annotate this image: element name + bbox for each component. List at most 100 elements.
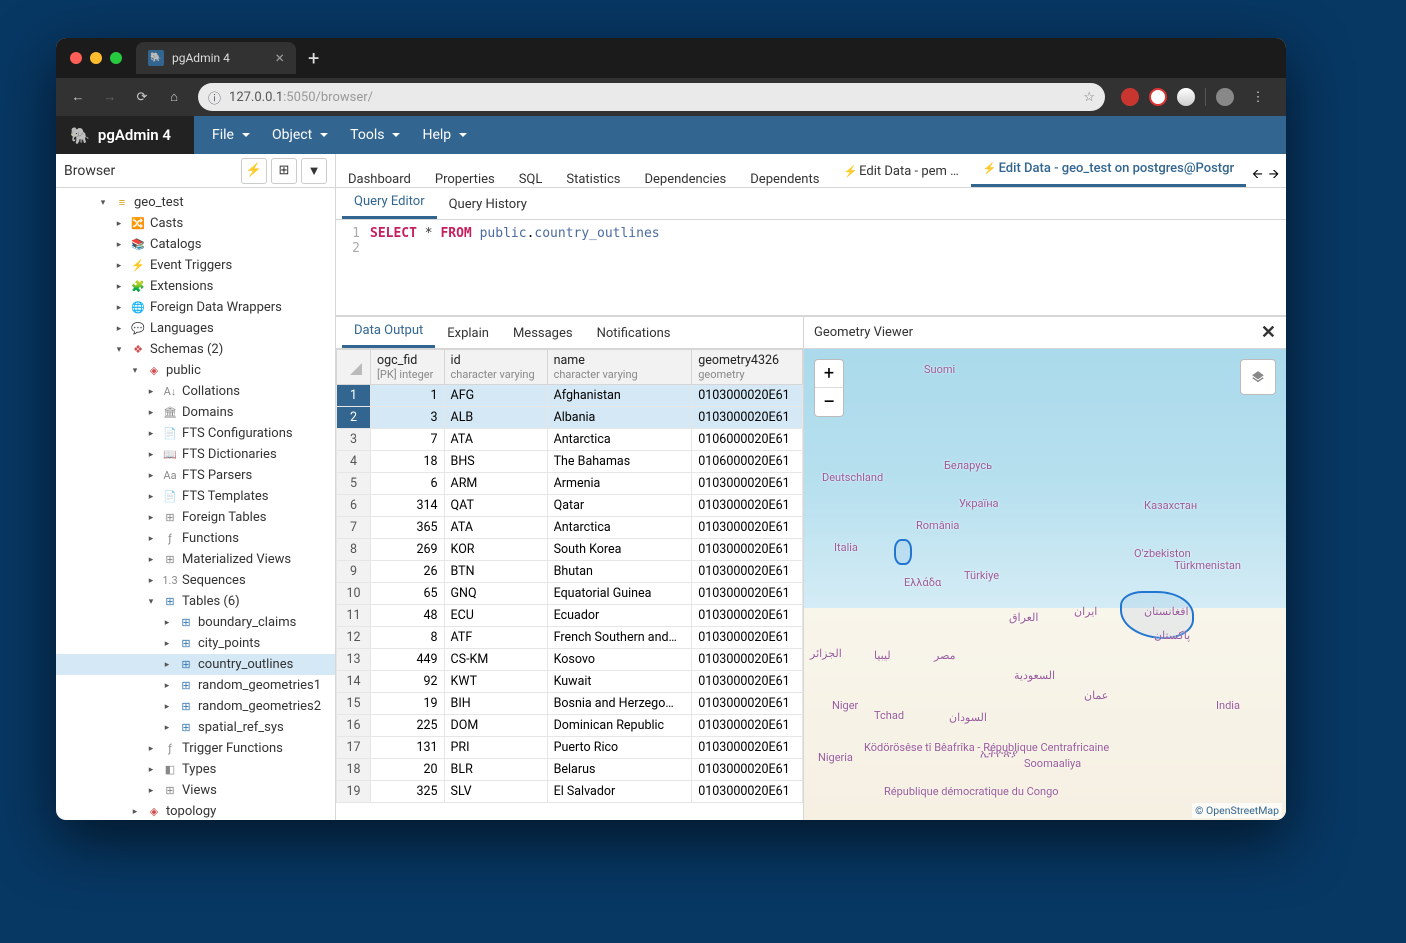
table-row[interactable]: 17131PRIPuerto Rico0103000020E61 xyxy=(337,737,803,759)
back-button[interactable]: ← xyxy=(64,83,92,111)
tab-dashboard[interactable]: Dashboard xyxy=(336,164,423,188)
tree-item[interactable]: ▸ƒFunctions xyxy=(56,528,335,549)
tree-item[interactable]: ▸⚡Event Triggers xyxy=(56,255,335,276)
table-row[interactable]: 1148ECUEcuador0103000020E61 xyxy=(337,605,803,627)
tree-item[interactable]: ▸🏛Domains xyxy=(56,402,335,423)
table-row[interactable]: 19325SLVEl Salvador0103000020E61 xyxy=(337,781,803,803)
reload-button[interactable]: ⟳ xyxy=(128,83,156,111)
extension-icon[interactable] xyxy=(1149,88,1167,106)
table-row[interactable]: 23ALBAlbania0103000020E61 xyxy=(337,407,803,429)
tree-item[interactable]: ▸🔀Casts xyxy=(56,213,335,234)
tree-item[interactable]: ▸⊞Views xyxy=(56,780,335,801)
table-row[interactable]: 1820BLRBelarus0103000020E61 xyxy=(337,759,803,781)
table-row[interactable]: 56ARMArmenia0103000020E61 xyxy=(337,473,803,495)
tree-table-random_geometries2[interactable]: ▸⊞random_geometries2 xyxy=(56,696,335,717)
table-row[interactable]: 16225DOMDominican Republic0103000020E61 xyxy=(337,715,803,737)
new-tab-button[interactable]: + xyxy=(308,46,319,70)
table-row[interactable]: 13449CS-KMKosovo0103000020E61 xyxy=(337,649,803,671)
tab-edit-data-1[interactable]: Edit Data - pem … xyxy=(831,156,970,187)
object-tree[interactable]: ▾≡geo_test▸🔀Casts▸📚Catalogs▸⚡Event Trigg… xyxy=(56,188,335,820)
table-row[interactable]: 926BTNBhutan0103000020E61 xyxy=(337,561,803,583)
menu-tools[interactable]: Tools xyxy=(340,121,410,149)
output-tab-notifications[interactable]: Notifications xyxy=(585,319,683,348)
table-row[interactable]: 1492KWTKuwait0103000020E61 xyxy=(337,671,803,693)
profile-avatar[interactable] xyxy=(1216,88,1234,106)
table-row[interactable]: 418BHSThe Bahamas0106000020E61 xyxy=(337,451,803,473)
filter-button[interactable]: ▼ xyxy=(301,158,327,184)
tree-item[interactable]: ▸ƒTrigger Functions xyxy=(56,738,335,759)
sql-editor[interactable]: 1 SELECT * FROM public.country_outlines … xyxy=(336,220,1286,316)
zoom-out-button[interactable]: − xyxy=(815,388,843,416)
column-header[interactable]: geometry4326geometry xyxy=(692,350,803,385)
layers-button[interactable] xyxy=(1240,359,1276,395)
table-row[interactable]: 11AFGAfghanistan0103000020E61 xyxy=(337,385,803,407)
tab-scroll-left-button[interactable]: 🡨 xyxy=(1252,165,1263,187)
tab-properties[interactable]: Properties xyxy=(423,164,507,188)
close-geometry-viewer-button[interactable]: ✕ xyxy=(1261,322,1276,343)
tab-scroll-right-button[interactable]: 🡪 xyxy=(1269,165,1280,187)
url-bar[interactable]: ⓘ 127.0.0.1:5050/browser/ ☆ xyxy=(198,83,1105,111)
tree-item[interactable]: ▸A↓Collations xyxy=(56,381,335,402)
tree-table-random_geometries1[interactable]: ▸⊞random_geometries1 xyxy=(56,675,335,696)
tree-item[interactable]: ▸📚Catalogs xyxy=(56,234,335,255)
tree-tables[interactable]: ▾⊞Tables (6) xyxy=(56,591,335,612)
tree-item[interactable]: ▸📖FTS Dictionaries xyxy=(56,444,335,465)
tree-table-boundary_claims[interactable]: ▸⊞boundary_claims xyxy=(56,612,335,633)
table-row[interactable]: 8269KORSouth Korea0103000020E61 xyxy=(337,539,803,561)
extension-icon[interactable] xyxy=(1177,88,1195,106)
tree-item[interactable]: ▸AaFTS Parsers xyxy=(56,465,335,486)
data-grid[interactable]: ogc_fid[PK] integeridcharacter varyingna… xyxy=(336,349,803,820)
tree-item[interactable]: ▸💬Languages xyxy=(56,318,335,339)
tab-edit-data-2[interactable]: Edit Data - geo_test on postgres@Postgr xyxy=(971,154,1246,187)
star-icon[interactable]: ☆ xyxy=(1083,90,1095,105)
tree-table-city_points[interactable]: ▸⊞city_points xyxy=(56,633,335,654)
table-row[interactable]: 37ATAAntarctica0106000020E61 xyxy=(337,429,803,451)
tree-table-country_outlines[interactable]: ▸⊞country_outlines xyxy=(56,654,335,675)
close-window-button[interactable] xyxy=(70,52,82,64)
tree-item[interactable]: ▸◈topology xyxy=(56,801,335,820)
tree-item[interactable]: ▸📄FTS Configurations xyxy=(56,423,335,444)
browser-tab[interactable]: 🐘 pgAdmin 4 × xyxy=(136,42,296,74)
tree-item[interactable]: ▸◧Types xyxy=(56,759,335,780)
close-tab-button[interactable]: × xyxy=(275,50,284,66)
editor-tab-query-history[interactable]: Query History xyxy=(437,190,539,219)
extension-icon[interactable] xyxy=(1121,88,1139,106)
column-header[interactable]: idcharacter varying xyxy=(444,350,547,385)
tab-statistics[interactable]: Statistics xyxy=(554,164,632,188)
column-header[interactable]: namecharacter varying xyxy=(547,350,692,385)
output-tab-messages[interactable]: Messages xyxy=(501,319,585,348)
output-tab-data-output[interactable]: Data Output xyxy=(342,317,435,348)
menu-object[interactable]: Object xyxy=(262,121,338,149)
table-row[interactable]: 6314QATQatar0103000020E61 xyxy=(337,495,803,517)
tree-database[interactable]: ▾≡geo_test xyxy=(56,192,335,213)
tree-item[interactable]: ▸📄FTS Templates xyxy=(56,486,335,507)
browser-menu-button[interactable]: ⋮ xyxy=(1244,83,1272,111)
home-button[interactable]: ⌂ xyxy=(160,83,188,111)
tree-item[interactable]: ▸1.3Sequences xyxy=(56,570,335,591)
table-row[interactable]: 128ATFFrench Southern and…0103000020E61 xyxy=(337,627,803,649)
maximize-window-button[interactable] xyxy=(110,52,122,64)
tab-dependents[interactable]: Dependents xyxy=(738,164,831,188)
grid-button[interactable]: ⊞ xyxy=(271,158,297,184)
zoom-in-button[interactable]: + xyxy=(815,360,843,388)
tab-sql[interactable]: SQL xyxy=(507,164,555,188)
tab-close-button[interactable]: ✕ xyxy=(1285,169,1286,184)
bolt-button[interactable]: ⚡ xyxy=(241,158,267,184)
menu-help[interactable]: Help xyxy=(412,121,477,149)
tree-item[interactable]: ▸⊞Materialized Views xyxy=(56,549,335,570)
output-tab-explain[interactable]: Explain xyxy=(435,319,501,348)
tree-schemas[interactable]: ▾❖Schemas (2) xyxy=(56,339,335,360)
editor-tab-query-editor[interactable]: Query Editor xyxy=(342,187,437,219)
tree-item[interactable]: ▸⊞Foreign Tables xyxy=(56,507,335,528)
table-row[interactable]: 1065GNQEquatorial Guinea0103000020E61 xyxy=(337,583,803,605)
map-canvas[interactable]: + − © OpenStreetMap SuomiБеларусьDeutsch… xyxy=(804,349,1286,820)
tree-item[interactable]: ▸🧩Extensions xyxy=(56,276,335,297)
tab-dependencies[interactable]: Dependencies xyxy=(632,164,738,188)
tree-schema-public[interactable]: ▾◈public xyxy=(56,360,335,381)
table-row[interactable]: 1519BIHBosnia and Herzego…0103000020E61 xyxy=(337,693,803,715)
tree-item[interactable]: ▸🌐Foreign Data Wrappers xyxy=(56,297,335,318)
forward-button[interactable]: → xyxy=(96,83,124,111)
table-row[interactable]: 7365ATAAntarctica0103000020E61 xyxy=(337,517,803,539)
column-header[interactable]: ogc_fid[PK] integer xyxy=(371,350,445,385)
minimize-window-button[interactable] xyxy=(90,52,102,64)
